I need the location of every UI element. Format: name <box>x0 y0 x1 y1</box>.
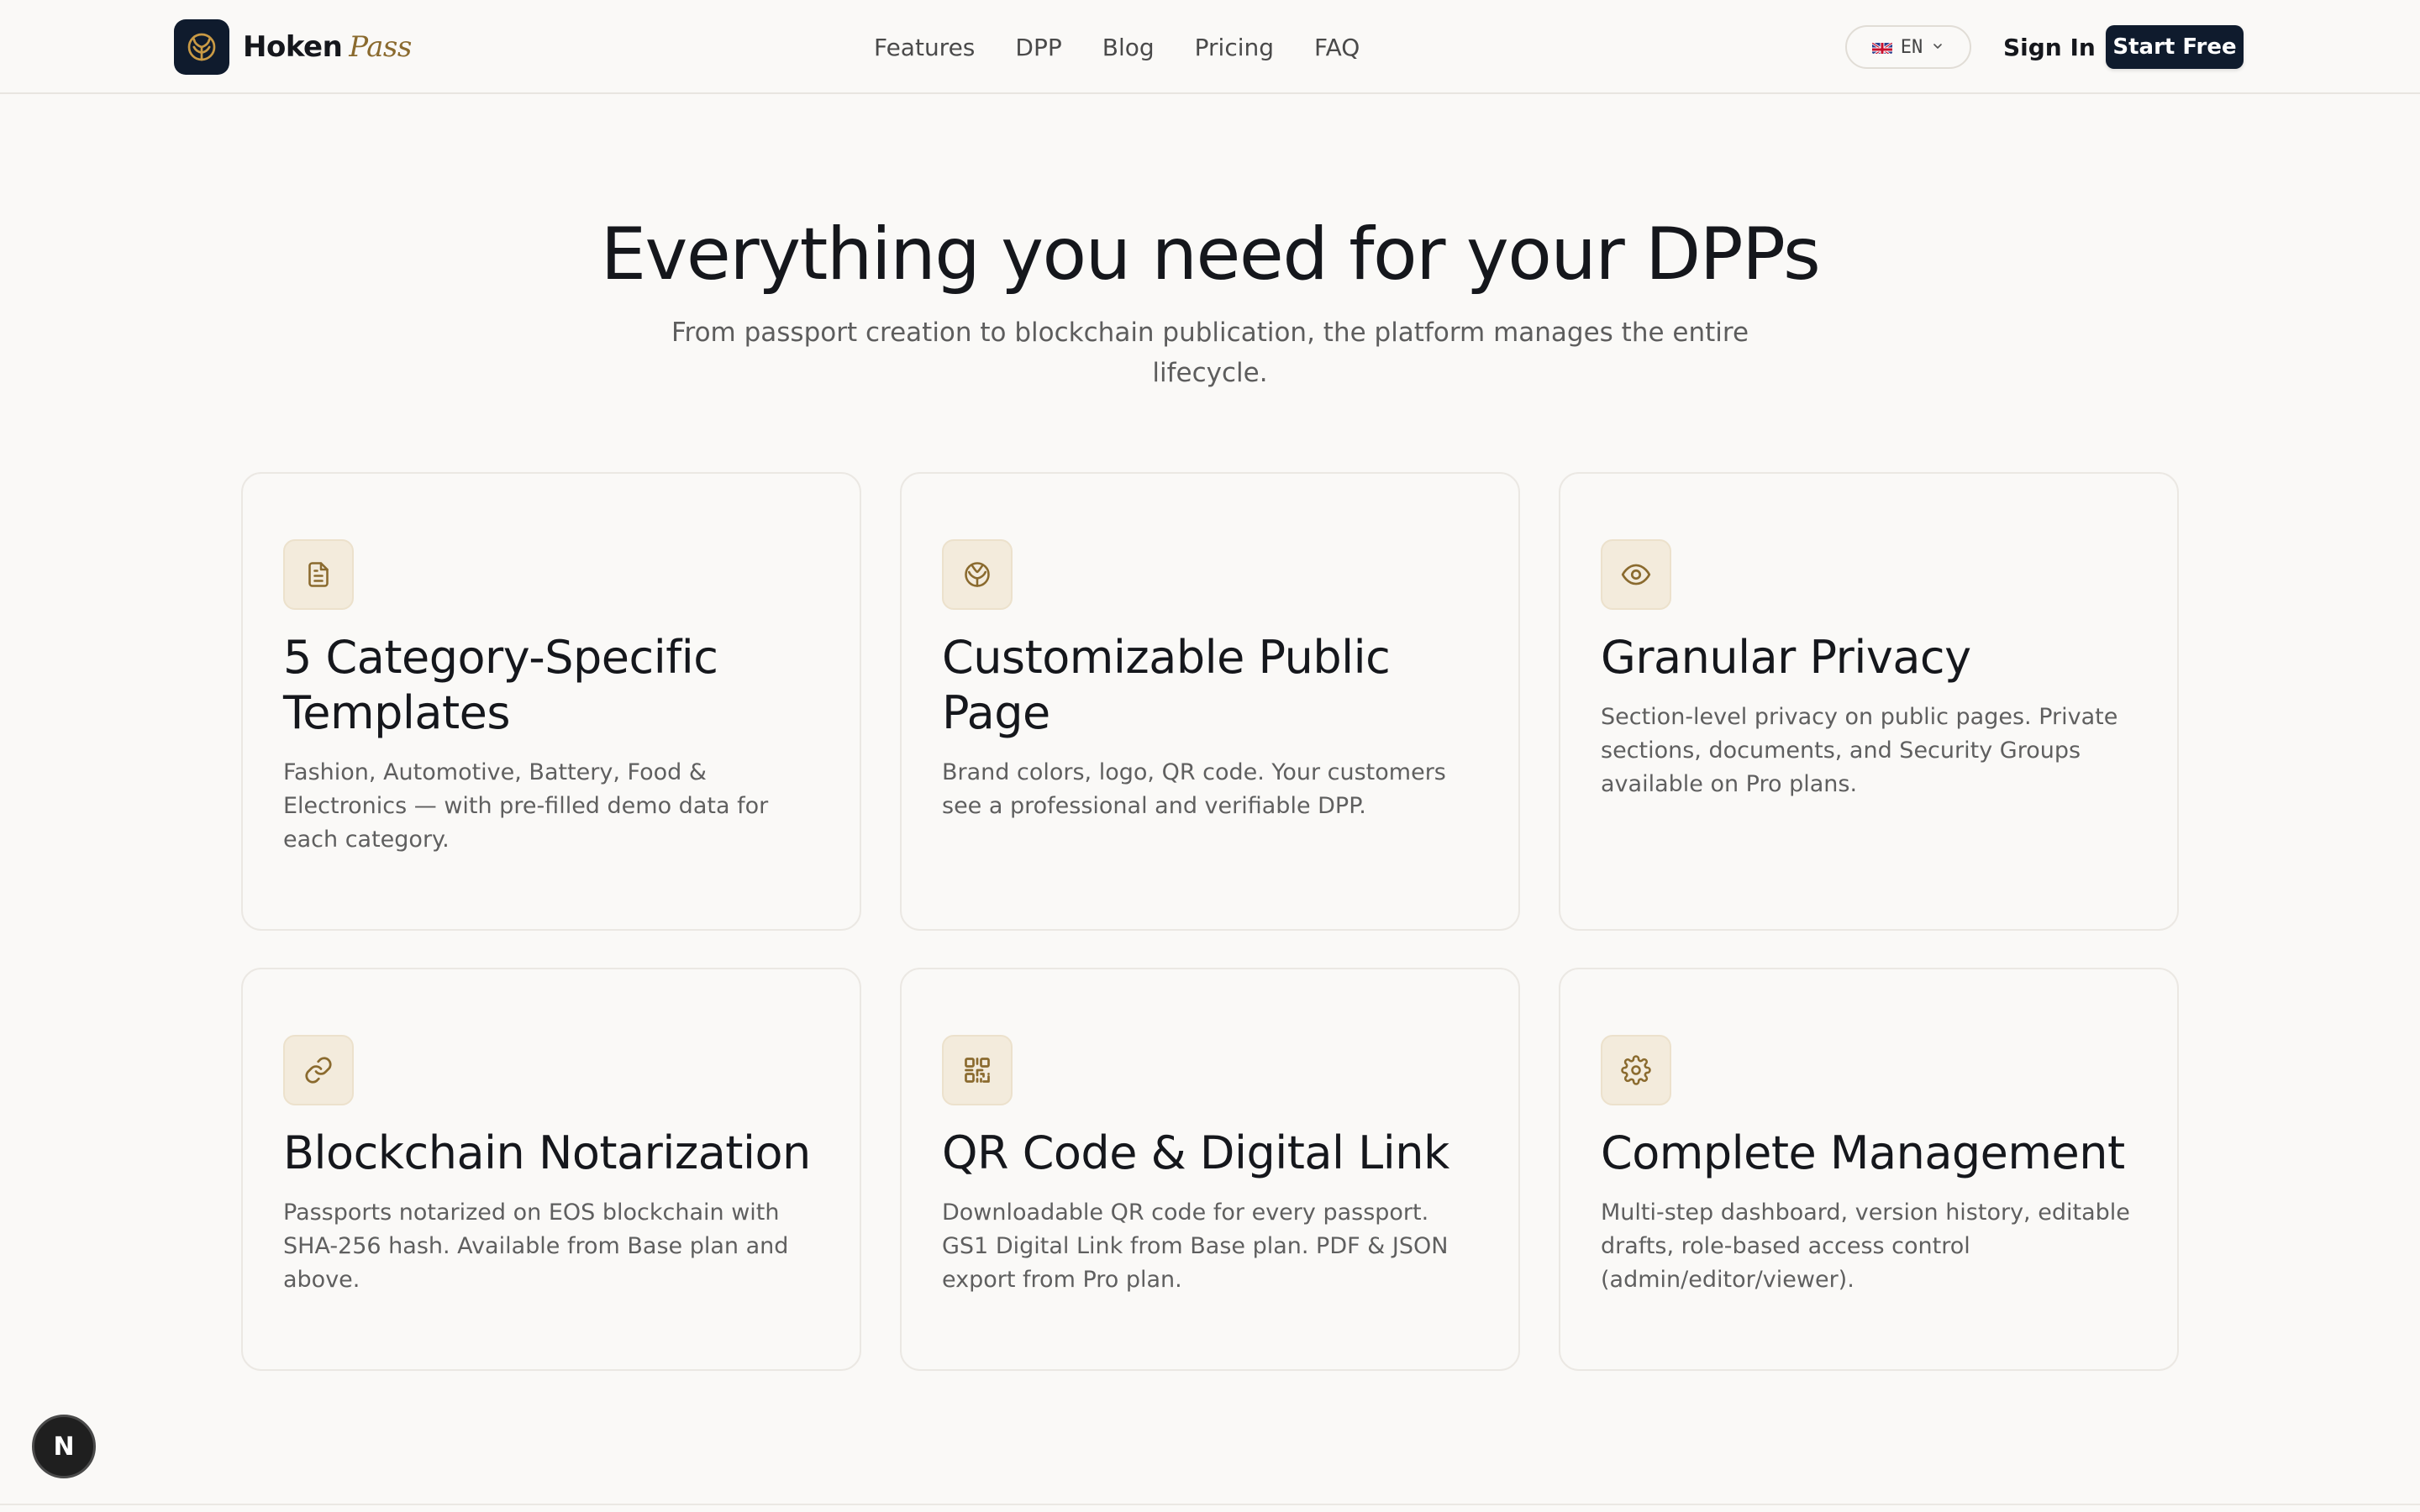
feature-card-public-page: Customizable Public Page Brand colors, l… <box>900 472 1520 931</box>
nav-link-pricing[interactable]: Pricing <box>1195 34 1274 61</box>
feature-card-privacy: Granular Privacy Section-level privacy o… <box>1559 472 2179 931</box>
gear-icon <box>1601 1035 1671 1105</box>
feature-title: Customizable Public Page <box>942 631 1391 739</box>
qr-code-icon <box>942 1035 1013 1105</box>
nav-link-faq[interactable]: FAQ <box>1314 34 1360 61</box>
n-logo-icon: N <box>53 1431 75 1462</box>
language-selector[interactable]: EN <box>1845 25 1971 69</box>
feature-card-blockchain: Blockchain Notarization Passports notari… <box>241 968 861 1371</box>
feature-card-templates: 5 Category-Specific Templates Fashion, A… <box>241 472 861 931</box>
feature-description: Downloadable QR code for every passport.… <box>942 1200 1449 1293</box>
feature-title: Blockchain Notarization <box>283 1126 811 1179</box>
section-title: Everything you need for your DPPs <box>600 213 1821 297</box>
feature-title: Complete Management <box>1601 1126 2125 1179</box>
feature-title: 5 Category-Specific Templates <box>283 631 718 739</box>
document-icon <box>283 539 354 610</box>
language-label: EN <box>1900 36 1923 58</box>
sign-in-link[interactable]: Sign In <box>2003 25 2096 69</box>
site-header: Hoken Pass Features DPP Blog Pricing FAQ… <box>0 0 2420 94</box>
feature-description: Brand colors, logo, QR code. Your custom… <box>942 759 1446 819</box>
feature-card-qr-code: QR Code & Digital Link Downloadable QR c… <box>900 968 1520 1371</box>
chevron-down-icon <box>1931 37 1944 58</box>
feature-title: QR Code & Digital Link <box>942 1126 1449 1179</box>
nav-link-dpp[interactable]: DPP <box>1015 34 1061 61</box>
feature-title: Granular Privacy <box>1601 631 1971 684</box>
main-nav: Features DPP Blog Pricing FAQ <box>874 25 1360 69</box>
brand-name-main: Hoken <box>243 30 343 64</box>
nextjs-dev-indicator-button[interactable]: N <box>32 1415 96 1478</box>
nav-link-blog[interactable]: Blog <box>1102 34 1155 61</box>
brand-name-accent: Pass <box>349 30 412 64</box>
section-divider <box>0 1504 2420 1505</box>
feature-description: Passports notarized on EOS blockchain wi… <box>283 1200 789 1293</box>
brand-logo[interactable]: Hoken Pass <box>174 19 412 75</box>
start-free-button[interactable]: Start Free <box>2106 25 2244 69</box>
section-subtitle: From passport creation to blockchain pub… <box>671 318 1749 388</box>
link-icon <box>283 1035 354 1105</box>
feature-description: Multi-step dashboard, version history, e… <box>1601 1200 2130 1293</box>
brand-name: Hoken Pass <box>243 30 412 64</box>
logo-mark-icon <box>174 19 229 75</box>
feature-description: Fashion, Automotive, Battery, Food & Ele… <box>283 759 769 853</box>
feature-description: Section-level privacy on public pages. P… <box>1601 704 2118 797</box>
uk-flag-icon <box>1871 40 1892 54</box>
feature-card-management: Complete Management Multi-step dashboard… <box>1559 968 2179 1371</box>
globe-icon <box>942 539 1013 610</box>
nav-link-features[interactable]: Features <box>874 34 975 61</box>
eye-icon <box>1601 539 1671 610</box>
